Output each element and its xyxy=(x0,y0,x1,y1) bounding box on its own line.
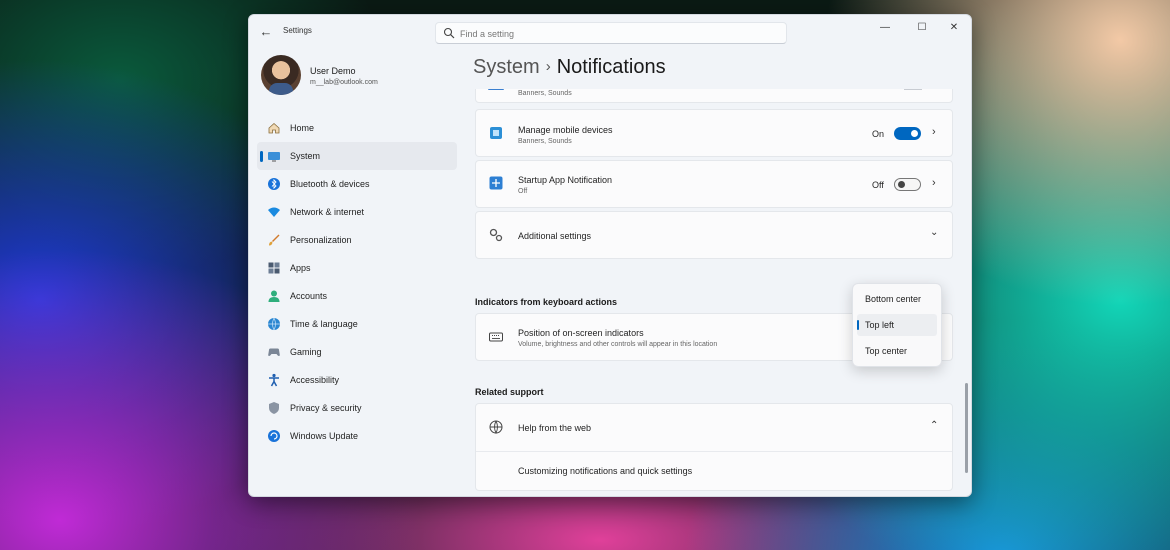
sidebar-item-label: Accessibility xyxy=(290,375,340,385)
chevron-down-icon[interactable]: ⌄ xyxy=(930,227,938,238)
active-indicator xyxy=(260,151,263,162)
accessibility-icon xyxy=(269,373,279,387)
startup-apps-icon xyxy=(489,176,503,190)
breadcrumb-current: Notifications xyxy=(556,56,666,78)
mobile-devices-card[interactable]: Manage mobile devices Banners, Sounds On… xyxy=(475,109,953,157)
wifi-icon xyxy=(268,207,280,217)
system-icon xyxy=(268,152,280,162)
sidebar-item-label: Apps xyxy=(290,263,311,273)
scrollbar[interactable] xyxy=(965,383,968,473)
partial-card-subtitle: Banners, Sounds xyxy=(518,90,572,97)
help-from-web-card[interactable]: Help from the web ⌃ Customizing notifica… xyxy=(475,403,953,491)
position-indicators-title: Position of on-screen indicators xyxy=(518,328,644,338)
dropdown-option-label: Top center xyxy=(865,346,908,356)
additional-settings-card[interactable]: Additional settings ⌄ xyxy=(475,211,953,259)
sidebar-item-label: Gaming xyxy=(290,347,322,357)
sidebar-item-windows-update[interactable]: Windows Update xyxy=(257,422,457,450)
help-from-web-title: Help from the web xyxy=(518,423,592,433)
update-icon xyxy=(268,430,280,442)
dropdown-option-top-center[interactable]: Top center xyxy=(857,340,937,362)
breadcrumb-parent[interactable]: System xyxy=(473,56,540,78)
dropdown-option-top-left[interactable]: Top left xyxy=(857,314,937,336)
avatar[interactable] xyxy=(261,55,301,95)
sidebar-item-time-language[interactable]: Time & language xyxy=(257,310,457,338)
related-support-title: Related support xyxy=(475,387,544,397)
sidebar-item-label: System xyxy=(290,151,321,161)
close-button[interactable]: ✕ xyxy=(942,20,966,36)
sidebar-item-accounts[interactable]: Accounts xyxy=(257,282,457,310)
chevron-up-icon[interactable]: ⌃ xyxy=(930,420,938,431)
title-bar: ← Settings — ☐ ✕ xyxy=(249,15,971,49)
sidebar-item-network[interactable]: Network & internet xyxy=(257,198,457,226)
globe-icon xyxy=(489,420,503,435)
partial-setting-card[interactable]: Banners, Sounds xyxy=(475,89,953,103)
shield-icon xyxy=(269,402,279,414)
bluetooth-icon xyxy=(268,178,280,190)
additional-settings-title: Additional settings xyxy=(518,231,592,241)
search-icon xyxy=(443,27,455,39)
mobile-devices-subtitle: Banners, Sounds xyxy=(518,138,572,145)
mobile-devices-title: Manage mobile devices xyxy=(518,125,613,135)
dropdown-option-label: Bottom center xyxy=(865,294,922,304)
indicators-section-title: Indicators from keyboard actions xyxy=(475,297,618,307)
sidebar-item-label: Personalization xyxy=(290,235,352,245)
back-button[interactable]: ← xyxy=(257,23,275,41)
mobile-devices-state: On xyxy=(872,129,885,139)
sidebar-item-label: Accounts xyxy=(290,291,328,301)
gamepad-icon xyxy=(268,348,280,357)
selected-indicator xyxy=(857,320,859,330)
sidebar-item-accessibility[interactable]: Accessibility xyxy=(257,366,457,394)
mobile-devices-toggle[interactable] xyxy=(894,127,921,140)
chevron-right-icon: › xyxy=(932,126,936,138)
maximize-button[interactable]: ☐ xyxy=(910,20,934,36)
keyboard-icon xyxy=(489,332,503,342)
chevron-right-icon: › xyxy=(932,177,936,189)
search-box[interactable] xyxy=(435,22,787,44)
apps-icon xyxy=(268,262,280,274)
person-icon xyxy=(268,290,280,302)
dropdown-option-bottom-center[interactable]: Bottom center xyxy=(857,288,937,310)
startup-app-title: Startup App Notification xyxy=(518,175,613,185)
help-link[interactable]: Customizing notifications and quick sett… xyxy=(518,466,692,476)
brush-icon xyxy=(269,234,280,246)
sidebar-item-apps[interactable]: Apps xyxy=(257,254,457,282)
startup-app-toggle[interactable] xyxy=(894,178,921,191)
sidebar-item-home[interactable]: Home xyxy=(257,114,457,142)
dropdown-option-label: Top left xyxy=(865,320,895,330)
sidebar-item-label: Home xyxy=(290,123,315,133)
startup-app-card[interactable]: Startup App Notification Off Off › xyxy=(475,160,953,208)
page-title: System › Notifications xyxy=(473,56,666,79)
sidebar-nav: Home System Bluetooth & devices Network … xyxy=(257,114,457,450)
gears-icon xyxy=(489,228,503,242)
partial-card-control xyxy=(904,89,922,90)
startup-app-state: Off xyxy=(872,180,884,190)
sidebar-item-label: Time & language xyxy=(290,319,358,329)
startup-app-subtitle: Off xyxy=(518,188,528,195)
home-icon xyxy=(268,122,280,134)
user-name: User Demo xyxy=(310,66,356,76)
app-title: Settings xyxy=(283,26,312,35)
sidebar-item-label: Privacy & security xyxy=(290,403,362,413)
sidebar-item-personalization[interactable]: Personalization xyxy=(257,226,457,254)
partial-card-icon xyxy=(488,89,504,90)
breadcrumb-separator: › xyxy=(545,58,551,75)
sidebar-item-gaming[interactable]: Gaming xyxy=(257,338,457,366)
sidebar-item-label: Network & internet xyxy=(290,207,365,217)
sidebar-item-privacy[interactable]: Privacy & security xyxy=(257,394,457,422)
position-indicators-subtitle: Volume, brightness and other controls wi… xyxy=(518,341,718,348)
sidebar-item-label: Bluetooth & devices xyxy=(290,179,370,189)
user-email: m__lab@outlook.com xyxy=(310,79,378,86)
settings-window: ← Settings — ☐ ✕ User Demo m__lab@outloo… xyxy=(248,14,972,497)
search-input[interactable] xyxy=(458,25,782,42)
sidebar-item-system[interactable]: System xyxy=(257,142,457,170)
sidebar-item-label: Windows Update xyxy=(290,431,359,441)
position-dropdown[interactable]: Bottom center Top left Top center xyxy=(852,283,942,367)
divider xyxy=(476,451,952,452)
sidebar-item-bluetooth[interactable]: Bluetooth & devices xyxy=(257,170,457,198)
phone-icon xyxy=(490,127,502,139)
globe-clock-icon xyxy=(268,317,280,331)
minimize-button[interactable]: — xyxy=(873,20,897,36)
